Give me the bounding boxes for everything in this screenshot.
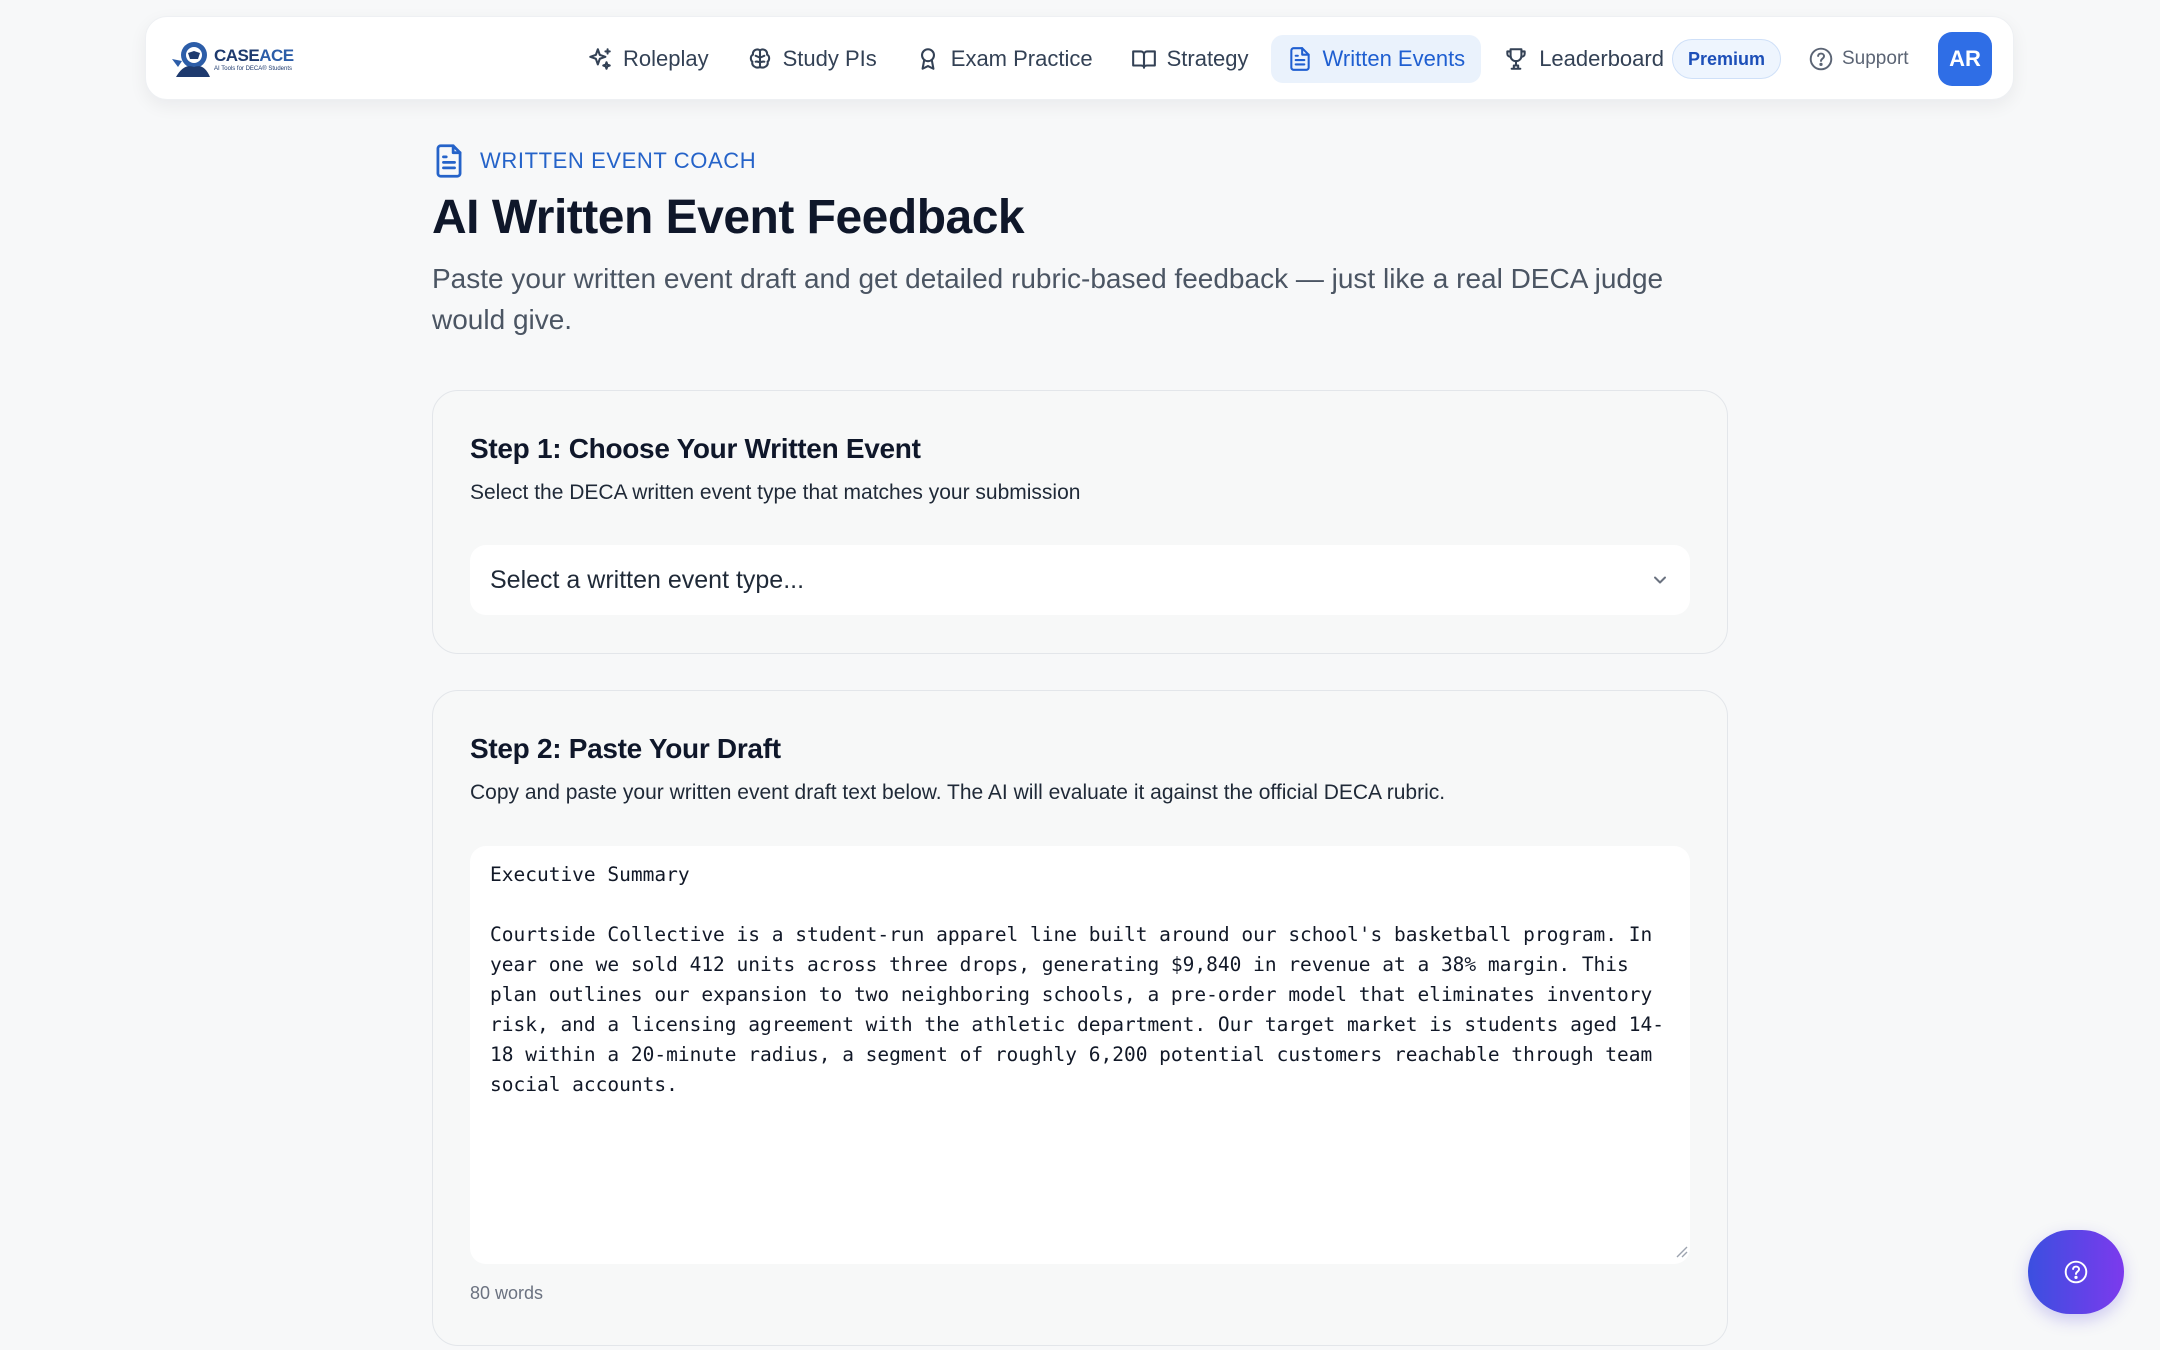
nav-item-label: Roleplay: [623, 46, 709, 71]
award-icon: [920, 48, 935, 70]
nav-item-study-pis[interactable]: Study PIs: [731, 35, 893, 83]
user-avatar[interactable]: AR: [1938, 32, 1992, 86]
nav-item-exam-practice[interactable]: Exam Practice: [899, 35, 1109, 83]
support-link[interactable]: Support: [1808, 39, 1909, 79]
nav-item-label: Exam Practice: [950, 46, 1093, 71]
premium-badge[interactable]: Premium: [1672, 39, 1782, 79]
document-icon: [436, 144, 462, 178]
trophy-icon: [1506, 48, 1526, 70]
nav-item-strategy[interactable]: Strategy: [1115, 35, 1265, 83]
event-type-select[interactable]: Select a written event type...: [470, 545, 1690, 615]
help-circle-icon: [1809, 47, 1833, 71]
nav-item-written-events[interactable]: Written Events: [1270, 35, 1482, 83]
brain-icon: [749, 48, 770, 69]
logo-mascot-icon: [172, 42, 210, 77]
event-type-select-value: Select a written event type...: [490, 565, 805, 594]
help-fab-button[interactable]: [2028, 1230, 2124, 1314]
page-title: AI Written Event Feedback: [432, 191, 1025, 244]
document-icon: [1289, 47, 1310, 71]
step2-card: Step 2: Paste Your Draft Copy and paste …: [432, 690, 1728, 1346]
nav-item-label: Strategy: [1166, 46, 1249, 71]
top-nav: CASEACE AI Tools for DECA® Students Role…: [145, 16, 2014, 100]
step1-card: Step 1: Choose Your Written Event Select…: [432, 390, 1728, 654]
nav-item-roleplay[interactable]: Roleplay: [571, 35, 725, 83]
caseace-logo[interactable]: CASEACE AI Tools for DECA® Students: [170, 37, 300, 81]
nav-links: Roleplay Study PIs Exam Practice Strateg…: [571, 35, 1686, 83]
logo-wordmark: CASEACE: [214, 45, 294, 65]
word-count: 80 words: [470, 1283, 544, 1303]
logo-tagline: AI Tools for DECA® Students: [214, 65, 293, 72]
eyebrow-label: WRITTEN EVENT COACH: [480, 148, 757, 173]
resize-handle-icon[interactable]: [1674, 1244, 1688, 1258]
step2-title: Step 2: Paste Your Draft: [470, 733, 781, 764]
nav-item-label: Written Events: [1322, 46, 1466, 71]
chevron-down-icon: [1654, 576, 1666, 584]
step2-description: Copy and paste your written event draft …: [470, 781, 1446, 804]
section-eyebrow: WRITTEN EVENT COACH: [432, 143, 756, 179]
book-open-icon: [1131, 50, 1156, 69]
support-label: Support: [1842, 48, 1909, 69]
draft-textarea[interactable]: Executive Summary Courtside Collective i…: [470, 846, 1690, 1264]
page-subtitle: Paste your written event draft and get d…: [432, 263, 1664, 335]
sparkle-icon: [589, 48, 611, 70]
nav-item-leaderboard[interactable]: Leaderboard: [1487, 35, 1680, 83]
help-circle-icon: [2064, 1260, 2088, 1284]
nav-item-label: Study PIs: [782, 46, 877, 71]
nav-item-label: Leaderboard: [1539, 46, 1664, 71]
step1-description: Select the DECA written event type that …: [470, 481, 1081, 504]
logo-text: CASEACE AI Tools for DECA® Students: [214, 47, 294, 72]
step1-title: Step 1: Choose Your Written Event: [470, 433, 921, 464]
